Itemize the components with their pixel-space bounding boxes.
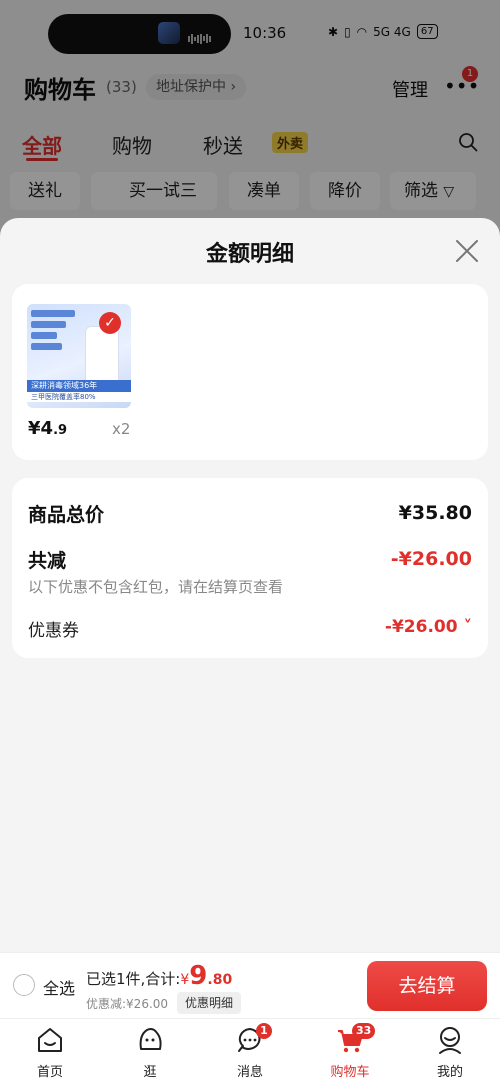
tab-cart-label: 购物车: [330, 1065, 370, 1080]
select-all-radio[interactable]: [13, 974, 35, 996]
selected-text: 已选1件,合计:: [86, 970, 181, 988]
total-int: 9: [189, 961, 208, 991]
thumb-text-block: [31, 310, 75, 354]
tab-home[interactable]: 首页: [0, 1019, 100, 1085]
coupon-label: 优惠券: [28, 621, 79, 641]
tab-profile[interactable]: 我的: [400, 1019, 500, 1085]
bottom-tab-bar: 首页 逛 1 消息 33 购物车 我的: [0, 1018, 500, 1085]
thumb-strip: 深耕消毒领域36年: [27, 380, 131, 392]
discount-note: 以下优惠不包含红包，请在结算页查看: [28, 578, 284, 596]
product-quantity: x2: [112, 420, 131, 438]
discount-detail-button[interactable]: 优惠明细: [177, 992, 242, 1014]
coupon-value[interactable]: -¥26.00 ˅: [385, 617, 472, 637]
checkout-button[interactable]: 去结算: [367, 961, 487, 1011]
total-dec: .80: [207, 972, 233, 988]
browse-face-icon: [139, 1028, 162, 1050]
product-price-dec: .9: [53, 423, 68, 438]
tab-messages[interactable]: 1 消息: [200, 1019, 300, 1085]
product-thumbnail[interactable]: ✓ 深耕消毒领域36年 三甲医院覆盖率80%: [27, 304, 131, 408]
thumb-strip-sub: 三甲医院覆盖率80%: [27, 392, 131, 402]
messages-badge: 1: [256, 1023, 272, 1039]
tab-cart[interactable]: 33 购物车: [300, 1019, 400, 1085]
subtotal-label: 商品总价: [28, 504, 105, 526]
total-line: 已选1件,合计:¥9.80: [86, 961, 232, 991]
product-price: ¥4.9: [28, 418, 67, 439]
discount-summary: 优惠减:¥26.00: [86, 997, 169, 1011]
tab-home-label: 首页: [36, 1065, 63, 1080]
subtotal-value: ¥35.80: [398, 502, 472, 524]
tab-browse-label: 逛: [143, 1065, 157, 1080]
select-all-label[interactable]: 全选: [43, 975, 75, 999]
product-price-int: ¥4: [28, 418, 54, 439]
cart-badge: 33: [352, 1023, 376, 1039]
home-icon: [38, 1028, 62, 1052]
modal-overlay[interactable]: [0, 0, 500, 230]
totals-card: 商品总价 ¥35.80 共减 -¥26.00 以下优惠不包含红包，请在结算页查看…: [12, 478, 488, 658]
bottle-image: [85, 326, 119, 384]
discount-label: 共减: [28, 550, 67, 572]
checkout-bar: 全选 已选1件,合计:¥9.80 优惠减:¥26.00 优惠明细 去结算: [0, 952, 500, 1018]
discount-value: -¥26.00: [390, 548, 472, 570]
tab-messages-label: 消息: [236, 1065, 263, 1080]
sheet-title: 金额明细: [205, 242, 294, 267]
tab-profile-label: 我的: [436, 1065, 463, 1080]
close-icon[interactable]: [454, 238, 480, 264]
tab-browse[interactable]: 逛: [100, 1019, 200, 1085]
product-card: ✓ 深耕消毒领域36年 三甲医院覆盖率80% ¥4.9 x2: [12, 284, 488, 460]
profile-icon: [439, 1027, 461, 1054]
check-badge-icon: ✓: [99, 312, 121, 334]
total-currency: ¥: [180, 972, 190, 988]
